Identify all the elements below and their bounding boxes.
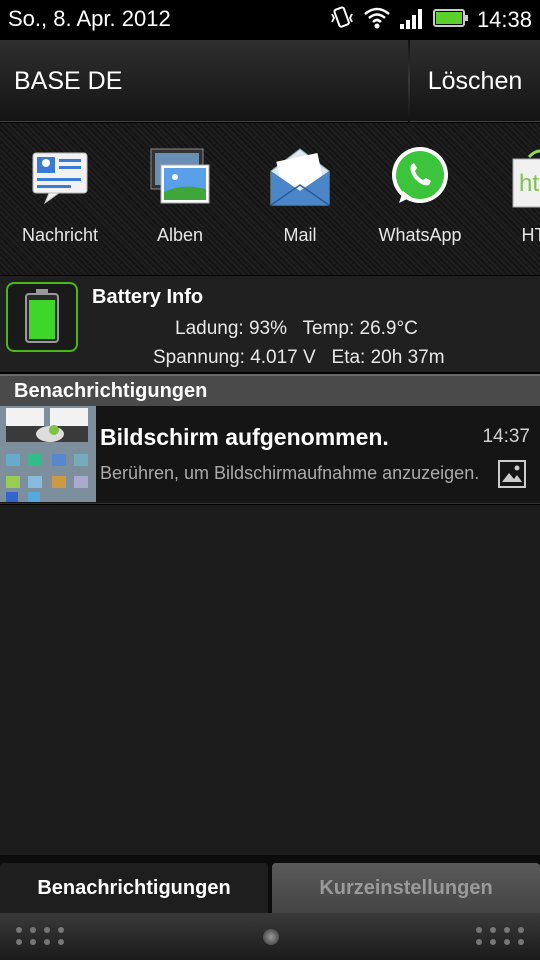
app-label: Mail — [283, 225, 317, 245]
status-time: 14:38 — [476, 7, 532, 32]
battery-icon — [432, 8, 469, 33]
clear-button[interactable]: Löschen — [410, 40, 540, 122]
app-shortcut-alben[interactable]: Alben — [120, 145, 240, 246]
app-shortcut-nachricht[interactable]: Nachricht — [0, 145, 120, 246]
app-shortcut-htc[interactable]: htc HTC — [480, 145, 540, 246]
status-bar: So., 8. Apr. 2012 14:38 — [0, 0, 540, 40]
notification-time: 14:37 — [482, 426, 530, 447]
bottom-tabs: Benachrichtigungen Kurzeinstellungen — [0, 855, 540, 913]
handle-knob-icon — [263, 929, 279, 945]
wifi-icon — [363, 6, 391, 35]
whatsapp-icon — [387, 145, 453, 211]
carrier-row: BASE DE Löschen — [0, 40, 540, 122]
section-title: Benachrichtigungen — [14, 380, 208, 402]
battery-info-notification[interactable]: Battery Info Ladung: 93% Temp: 26.9°C Sp… — [0, 276, 540, 372]
signal-icon — [399, 6, 425, 35]
status-icons: 14:38 — [329, 5, 532, 36]
app-label: HTC — [521, 225, 540, 245]
htc-icon: htc — [507, 145, 540, 211]
notification-body: Berühren, um Bildschirmaufnahme anzuzeig… — [100, 463, 480, 483]
notification-title: Bildschirm aufgenommen. — [100, 424, 389, 450]
grip-dots-left — [16, 927, 64, 945]
battery-info-line2: Spannung: 4.017 V Eta: 20h 37m — [153, 347, 445, 368]
carrier-name: BASE DE — [14, 67, 123, 95]
app-label: Alben — [156, 225, 204, 245]
gallery-icon — [147, 145, 213, 211]
app-label: WhatsApp — [378, 225, 462, 245]
battery-level-icon — [6, 282, 78, 352]
battery-info-line1: Ladung: 93% Temp: 26.9°C — [175, 318, 418, 339]
tab-notifications[interactable]: Benachrichtigungen — [0, 863, 268, 913]
app-shortcut-mail[interactable]: Mail — [240, 145, 360, 246]
vibrate-icon — [329, 5, 355, 36]
notification-list-empty-area — [0, 505, 540, 855]
status-date: So., 8. Apr. 2012 — [8, 6, 171, 31]
drag-handle[interactable] — [0, 913, 540, 960]
image-icon — [498, 460, 526, 488]
app-shortcuts: Nachricht Alben Mail WhatsApp htc HTC — [0, 123, 540, 275]
svg-text:htc: htc — [519, 170, 540, 197]
app-shortcut-whatsapp[interactable]: WhatsApp — [360, 145, 480, 246]
battery-info-title: Battery Info — [92, 286, 204, 308]
notifications-header: Benachrichtigungen — [0, 374, 540, 406]
mail-icon — [267, 145, 333, 211]
grip-dots-right — [476, 927, 524, 945]
app-label: Nachricht — [21, 225, 99, 245]
screenshot-notification[interactable]: Bildschirm aufgenommen. 14:37 Berühren, … — [0, 406, 540, 504]
message-icon — [27, 145, 93, 211]
tab-quick-settings[interactable]: Kurzeinstellungen — [272, 863, 540, 913]
screenshot-thumbnail — [0, 406, 96, 502]
